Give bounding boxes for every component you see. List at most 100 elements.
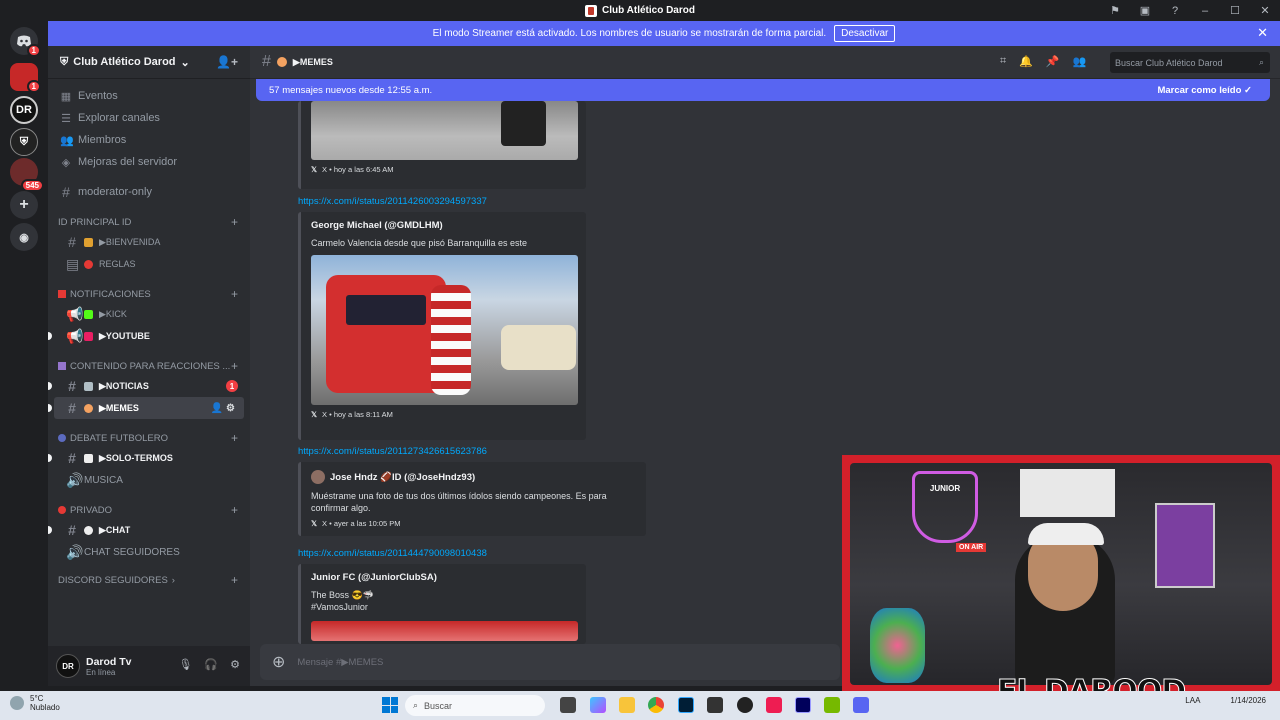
channel-settings-icons[interactable]: 👤⚙	[211, 403, 238, 414]
category-discord-seguidores[interactable]: DISCORD SEGUIDORES › +	[48, 571, 250, 589]
message-composer[interactable]: ⊕ Mensaje #▶MEMES	[260, 644, 840, 680]
siren-icon	[58, 290, 66, 298]
nav-eventos[interactable]: ▦ Eventos	[48, 85, 250, 107]
new-messages-bar[interactable]: 57 mensajes nuevos desde 12:55 a.m. Marc…	[256, 79, 1270, 101]
channel-kick[interactable]: 📢 ▶KICK	[54, 303, 244, 325]
inbox-icon[interactable]: ⚑	[1100, 4, 1130, 17]
threads-icon[interactable]: ⌗	[1000, 55, 1006, 68]
minimize-button[interactable]: –	[1190, 5, 1220, 17]
language-indicator: LAA	[1185, 696, 1201, 705]
status-link[interactable]: https://x.com/i/status/20114447900980104…	[298, 548, 487, 559]
members-icon: 👥	[60, 134, 74, 147]
add-channel-icon[interactable]: +	[231, 431, 238, 445]
channel-chat-seguidores[interactable]: 🔊 CHAT SEGUIDORES	[54, 541, 244, 563]
channel-memes[interactable]: # ▶MEMES 👤⚙	[48, 397, 244, 419]
search-input[interactable]: Buscar Club Atlético Darod ⌕	[1110, 52, 1270, 73]
windows-start-icon[interactable]	[382, 697, 398, 713]
chat-header: # ▶MEMES ⌗ 🔔 📌 👥 Buscar Club Atlético Da…	[250, 46, 1280, 79]
chrome-icon[interactable]	[648, 697, 664, 713]
add-channel-icon[interactable]: +	[231, 573, 238, 587]
help-icon[interactable]: ?	[1160, 5, 1190, 17]
speaker-icon: 🔊	[66, 471, 84, 488]
discord-taskbar-icon[interactable]	[853, 697, 869, 713]
taskbar-search[interactable]: ⌕ Buscar	[405, 695, 545, 716]
system-clock[interactable]: LAA 1/14/2026	[1185, 696, 1266, 705]
weather-widget[interactable]: 5°C Nublado	[10, 694, 60, 712]
category-contenido[interactable]: CONTENIDO PARA REACCIONES ... +	[48, 357, 250, 375]
status-link[interactable]: https://x.com/i/status/20114260032945973…	[298, 196, 487, 207]
webcam-overlay: JUNIOR ON AIR EL DAROOD	[842, 455, 1280, 691]
after-effects-icon[interactable]	[795, 697, 811, 713]
embed-image[interactable]	[311, 255, 578, 405]
unread-dot	[48, 382, 52, 390]
close-window-button[interactable]: ✕	[1250, 4, 1280, 17]
channel-chat[interactable]: # ▶CHAT	[48, 519, 244, 541]
copilot-icon[interactable]	[590, 697, 606, 713]
avatar[interactable]: DR	[56, 654, 80, 678]
globe-icon	[58, 434, 66, 442]
mark-read-button[interactable]: Marcar como leído ✓	[1157, 85, 1252, 96]
discover-icon[interactable]: ◉	[10, 223, 38, 251]
server-darod-logo[interactable]: DR	[10, 96, 38, 124]
category-notificaciones[interactable]: NOTIFICACIONES +	[48, 285, 250, 303]
tiktok-icon[interactable]	[766, 697, 782, 713]
discord-home-icon[interactable]: 1	[10, 27, 41, 57]
nvidia-icon[interactable]	[824, 697, 840, 713]
category-principal[interactable]: ID PRINCIPAL ID +	[48, 213, 250, 231]
nav-explorar[interactable]: ☰ Explorar canales	[48, 107, 250, 129]
nav-miembros[interactable]: 👥 Miembros	[48, 129, 250, 151]
add-user-icon[interactable]: 👤+	[216, 55, 238, 69]
category-debate[interactable]: DEBATE FUTBOLERO +	[48, 429, 250, 447]
file-explorer-icon[interactable]	[619, 697, 635, 713]
add-channel-icon[interactable]: +	[231, 503, 238, 517]
channel-kick-label: ▶KICK	[99, 308, 127, 319]
embed-author[interactable]: Jose Hndz 🏈ID (@JoseHndz93)	[330, 472, 475, 483]
channel-bienvenida[interactable]: # ▶BIENVENIDA	[54, 231, 244, 253]
channel-youtube[interactable]: 📢 ▶YOUTUBE	[48, 325, 244, 347]
embed-author[interactable]: George Michael (@GMDLHM)	[311, 220, 576, 231]
nav-mejoras[interactable]: ◈ Mejoras del servidor	[48, 151, 250, 173]
speech-emoji-icon	[84, 525, 93, 535]
headphones-icon[interactable]: 🎧	[204, 658, 218, 671]
channel-solo-termos[interactable]: # ▶SOLO-TERMOS	[48, 447, 244, 469]
add-channel-icon[interactable]: +	[231, 359, 238, 373]
bell-icon[interactable]: 🔔	[1019, 55, 1033, 68]
user-status: En línea	[86, 667, 116, 677]
clown-emoji-icon	[276, 57, 287, 67]
add-server-icon[interactable]: +	[10, 191, 38, 219]
server-club-atletico-darod[interactable]: 1	[10, 63, 41, 93]
pin-icon[interactable]: 📌	[1046, 55, 1060, 68]
embed-description: Muéstrame una foto de tus dos últimos íd…	[311, 491, 607, 513]
channel-reglas[interactable]: ▤ REGLAS	[54, 253, 244, 275]
add-attachment-icon[interactable]: ⊕	[272, 652, 285, 672]
white-car	[501, 325, 576, 370]
channel-noticias[interactable]: # ▶NOTICIAS 1	[48, 375, 244, 397]
on-air-sign: ON AIR	[956, 543, 987, 552]
disable-streamer-button[interactable]: Desactivar	[834, 25, 896, 42]
maximize-button[interactable]: ☐	[1220, 4, 1250, 17]
category-notificaciones-label: NOTIFICACIONES	[70, 288, 151, 300]
member-list-icon[interactable]: 👥	[1073, 55, 1087, 68]
photoshop-icon[interactable]	[678, 697, 694, 713]
channel-musica[interactable]: 🔊 MUSICA	[54, 469, 244, 491]
task-view-icon[interactable]	[560, 697, 576, 713]
avatar	[311, 470, 325, 484]
add-channel-icon[interactable]: +	[231, 215, 238, 229]
microphone-icon[interactable]: 🎙	[178, 658, 192, 671]
settings-gear-icon[interactable]: ⚙	[230, 658, 240, 671]
embed-author[interactable]: Junior FC (@JuniorClubSA)	[311, 572, 576, 583]
steam-icon[interactable]	[737, 697, 753, 713]
close-icon[interactable]: ✕	[1257, 25, 1268, 41]
obs-icon[interactable]	[707, 697, 723, 713]
screen-icon[interactable]: ▣	[1130, 4, 1160, 17]
status-link[interactable]: https://x.com/i/status/20112734266156237…	[298, 446, 487, 457]
server-shield[interactable]: ⛨	[10, 128, 38, 156]
add-channel-icon[interactable]: +	[231, 287, 238, 301]
embed-image[interactable]	[311, 621, 578, 641]
channel-moderator-only[interactable]: # moderator-only	[48, 181, 250, 203]
category-discord-seguidores-label: DISCORD SEGUIDORES	[58, 574, 168, 586]
server-community[interactable]: 545	[10, 158, 44, 192]
category-privado[interactable]: PRIVADO +	[48, 501, 250, 519]
embed-image[interactable]	[311, 101, 578, 160]
server-header[interactable]: ⛨ Club Atlético Darod ⌄ 👤+	[48, 46, 250, 79]
